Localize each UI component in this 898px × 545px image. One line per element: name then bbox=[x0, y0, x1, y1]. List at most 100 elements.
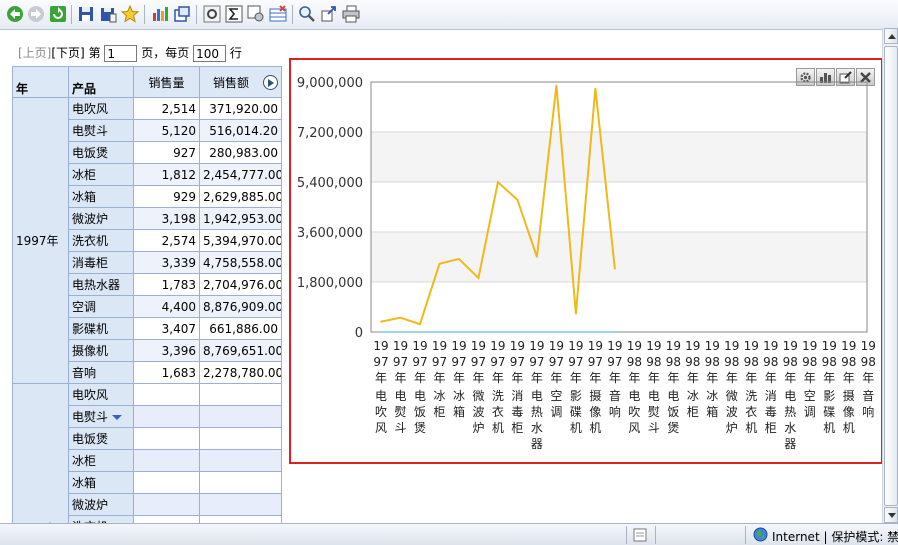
data-point bbox=[555, 84, 558, 87]
chart-icon[interactable] bbox=[150, 4, 170, 24]
plot-area bbox=[370, 81, 868, 333]
chevron-down-icon[interactable] bbox=[112, 415, 123, 420]
qty-cell bbox=[133, 405, 200, 428]
x-tick-label: 19 98 年电熨斗 bbox=[646, 339, 661, 435]
rows-per-page-input[interactable] bbox=[193, 45, 227, 62]
status-bar: Internet | 保护模式: 禁用 bbox=[0, 523, 898, 545]
arrow-down-icon bbox=[888, 513, 896, 518]
prev-page-link[interactable]: [上页] bbox=[18, 46, 51, 60]
x-tick-label: 19 98 年空调 bbox=[802, 339, 817, 419]
y-tick-label: 5,400,000 bbox=[297, 176, 363, 191]
product-cell[interactable]: 微波炉 bbox=[68, 207, 134, 230]
vertical-scrollbar[interactable] bbox=[882, 28, 898, 523]
product-label: 电熨斗 bbox=[72, 410, 109, 424]
page-number-input[interactable] bbox=[104, 45, 138, 62]
save-icon[interactable] bbox=[76, 4, 96, 24]
product-cell[interactable]: 电饭煲 bbox=[68, 427, 134, 450]
x-tick-label: 19 97 年摄像机 bbox=[588, 339, 603, 435]
product-cell[interactable]: 电吹风 bbox=[68, 383, 134, 406]
product-cell[interactable]: 电热水器 bbox=[68, 273, 134, 296]
x-tick-label: 19 98 年冰箱 bbox=[705, 339, 720, 419]
forward-icon[interactable] bbox=[26, 4, 46, 24]
x-tick-label: 19 98 年影碟机 bbox=[822, 339, 837, 435]
column-header-product[interactable]: 产品 bbox=[68, 66, 134, 98]
table-row: 1998年电吹风 bbox=[12, 383, 282, 524]
product-cell[interactable]: 冰柜 bbox=[68, 449, 134, 472]
qty-cell: 929 bbox=[133, 185, 200, 208]
next-page-link[interactable]: [下页] bbox=[51, 46, 84, 60]
product-cell[interactable]: 冰箱 bbox=[68, 471, 134, 494]
qty-cell bbox=[133, 493, 200, 516]
qty-cell: 927 bbox=[133, 141, 200, 164]
table-row: 1997年 电吹风 2,514 371,920.00 bbox=[12, 97, 282, 384]
y-tick-label: 9,000,000 bbox=[297, 76, 363, 91]
column-header-amount-label: 销售额 bbox=[212, 75, 249, 90]
scroll-thumb[interactable] bbox=[884, 46, 898, 506]
product-cell[interactable]: 空调 bbox=[68, 295, 134, 318]
sales-table: 年 产品 销售量 销售额 1997年 电吹风 2,514 371,920.00 电熨斗 5… bbox=[12, 66, 282, 524]
grid-edit-icon[interactable] bbox=[268, 4, 288, 24]
amount-cell: 1,942,953.00 bbox=[199, 207, 282, 230]
qty-cell: 3,339 bbox=[133, 251, 200, 274]
data-point bbox=[497, 181, 499, 183]
x-tick-label: 19 97 年电熨斗 bbox=[393, 339, 408, 435]
product-cell[interactable]: 摄像机 bbox=[68, 339, 134, 362]
data-point bbox=[614, 267, 616, 270]
export-icon[interactable] bbox=[319, 4, 339, 24]
product-cell[interactable]: 电熨斗 bbox=[68, 119, 134, 142]
product-cell[interactable]: 影碟机 bbox=[68, 317, 134, 340]
amount-cell: 8,876,909.00 bbox=[199, 295, 282, 318]
x-tick-label: 19 97 年电热水器 bbox=[529, 339, 544, 451]
column-header-qty[interactable]: 销售量 bbox=[133, 66, 200, 98]
x-tick-label: 19 97 年微波炉 bbox=[471, 339, 486, 435]
product-cell[interactable]: 冰箱 bbox=[68, 185, 134, 208]
data-grid: 年 产品 销售量 销售额 1997年 电吹风 2,514 371,920.00 电熨斗 5… bbox=[12, 66, 282, 524]
amount-cell bbox=[199, 427, 282, 450]
security-zone-text: Internet | 保护模式: 禁用 bbox=[772, 530, 898, 544]
refresh-icon[interactable] bbox=[48, 4, 68, 24]
settings-icon[interactable] bbox=[202, 4, 222, 24]
status-divider bbox=[626, 526, 627, 544]
qty-cell: 1,683 bbox=[133, 361, 200, 384]
qty-cell: 3,396 bbox=[133, 339, 200, 362]
x-tick-label: 19 98 年洗衣机 bbox=[744, 339, 759, 435]
sum-icon[interactable] bbox=[224, 4, 244, 24]
x-tick-label: 19 98 年电热水器 bbox=[783, 339, 798, 451]
zoom-icon[interactable] bbox=[297, 4, 317, 24]
x-tick-label: 19 98 年音响 bbox=[861, 339, 876, 419]
page-status-icon bbox=[633, 528, 647, 545]
window-icon[interactable] bbox=[172, 4, 192, 24]
amount-cell: 661,886.00 bbox=[199, 317, 282, 340]
qty-cell bbox=[133, 471, 200, 494]
back-icon[interactable] bbox=[5, 4, 25, 24]
y-tick-label: 3,600,000 bbox=[297, 226, 363, 241]
product-cell[interactable]: 音响 bbox=[68, 361, 134, 384]
x-tick-label: 19 98 年冰柜 bbox=[685, 339, 700, 419]
product-cell[interactable]: 冰柜 bbox=[68, 163, 134, 186]
product-cell[interactable]: 洗衣机 bbox=[68, 229, 134, 252]
favorite-icon[interactable] bbox=[120, 4, 140, 24]
play-icon[interactable] bbox=[263, 75, 278, 90]
grid-band bbox=[371, 232, 867, 282]
tool-settings-icon[interactable] bbox=[246, 4, 266, 24]
toolbar-separator bbox=[196, 5, 197, 24]
amount-cell: 516,014.20 bbox=[199, 119, 282, 142]
column-header-year[interactable]: 年 bbox=[12, 66, 69, 98]
x-tick-label: 19 97 年电吹风 bbox=[373, 339, 388, 435]
scroll-down-button[interactable] bbox=[884, 507, 898, 523]
qty-cell: 5,120 bbox=[133, 119, 200, 142]
save-as-icon[interactable] bbox=[98, 4, 118, 24]
page-suffix-label: 页，每页 bbox=[141, 46, 190, 60]
data-point bbox=[399, 316, 402, 319]
product-cell[interactable]: 微波炉 bbox=[68, 493, 134, 516]
product-cell[interactable]: 电饭煲 bbox=[68, 141, 134, 164]
product-cell[interactable]: 电吹风 bbox=[68, 97, 134, 120]
product-cell[interactable]: 电熨斗 bbox=[68, 405, 134, 428]
x-tick-label: 19 98 年摄像机 bbox=[841, 339, 856, 435]
product-cell[interactable]: 消毒柜 bbox=[68, 251, 134, 274]
column-header-amount[interactable]: 销售额 bbox=[199, 66, 282, 98]
page-prefix-label: 第 bbox=[88, 46, 101, 60]
x-tick-label: 19 97 年冰箱 bbox=[451, 339, 466, 419]
print-icon[interactable] bbox=[341, 4, 361, 24]
scroll-up-button[interactable] bbox=[884, 28, 898, 44]
